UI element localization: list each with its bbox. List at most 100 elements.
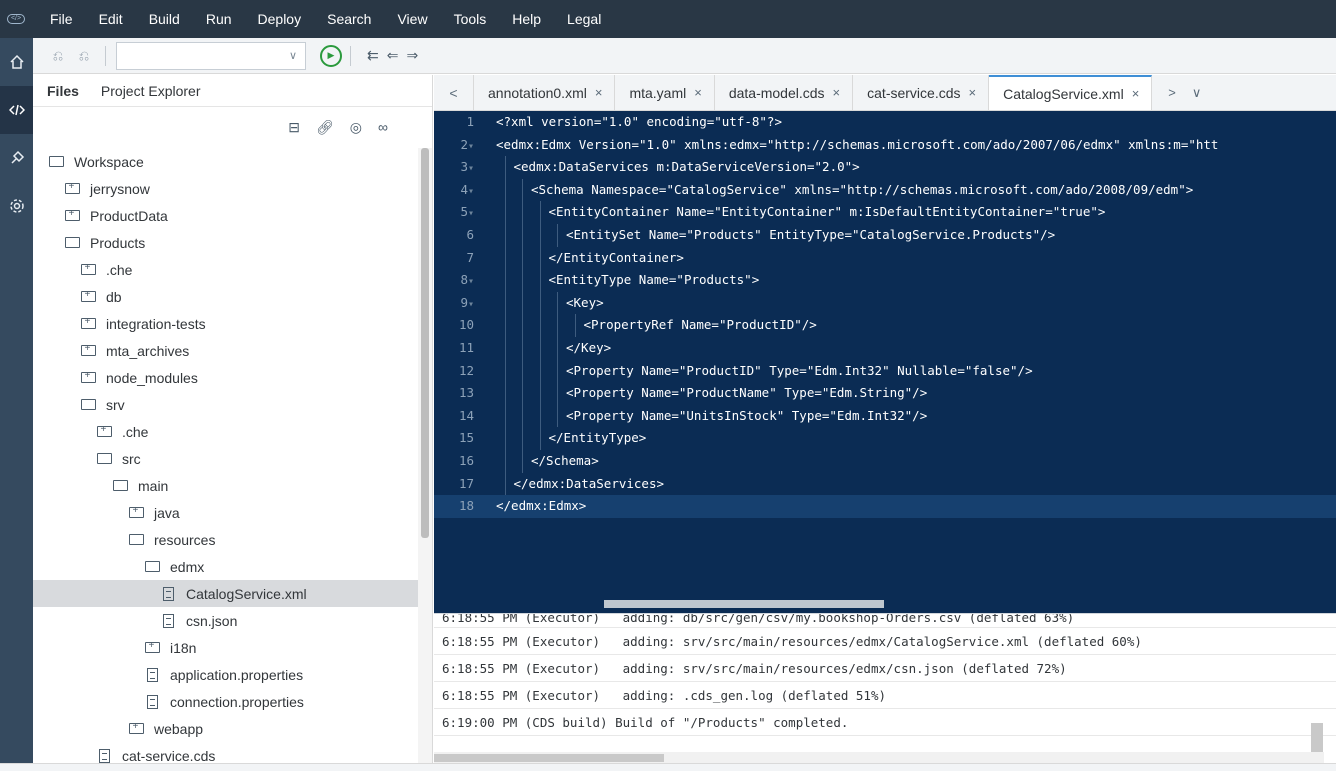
code-line[interactable]: 17 </edmx:DataServices> [434,472,1336,496]
tree-item[interactable]: srv [33,391,418,418]
undo-icon[interactable]: ⎌ [45,48,71,64]
code-line[interactable]: 7 </EntityContainer> [434,246,1336,270]
tree-item[interactable]: ProductData [33,202,418,229]
tab-files[interactable]: Files [47,83,79,99]
menu-file[interactable]: File [50,11,73,27]
code-line[interactable]: 2▾ <edmx:Edmx Version="1.0" xmlns:edmx="h… [434,134,1336,157]
code-line[interactable]: 8▾ <EntityType Name="Products"> [434,269,1336,292]
tree-item[interactable]: db [33,283,418,310]
run-icon[interactable]: ▶ [320,44,342,67]
scrollbar-thumb[interactable] [434,754,664,762]
tree-item[interactable]: .che [33,418,418,445]
scrollbar-thumb[interactable] [604,600,884,608]
home-icon[interactable] [0,38,33,86]
tree-item[interactable]: .che [33,256,418,283]
menu-edit[interactable]: Edit [99,11,123,27]
code-line[interactable]: 4▾ <Schema Namespace="CatalogService" xml… [434,178,1336,202]
code-line[interactable]: 14 <Property Name="UnitsInStock" Type="Ed… [434,404,1336,430]
code-line[interactable]: 16 </Schema> [434,449,1336,473]
navigate-back-icon[interactable]: ⇐ [387,47,399,64]
tree-item[interactable]: i18n [33,634,418,661]
file-icon [95,748,113,763]
indent-guide [522,246,524,270]
tree-item[interactable]: Workspace [33,148,418,175]
tab-project-explorer[interactable]: Project Explorer [101,83,201,99]
hide-icon[interactable]: ◎ [350,119,362,136]
fold-arrow-icon[interactable]: ▾ [468,208,474,219]
editor-horizontal-scrollbar[interactable] [434,598,1324,610]
menu-help[interactable]: Help [512,11,541,27]
code-editor[interactable]: 1 <?xml version="1.0" encoding="utf-8"?> 2… [434,111,1336,613]
code-text: <Key> [566,294,604,310]
close-icon[interactable]: × [833,85,841,100]
close-icon[interactable]: × [694,85,702,100]
editor-tab[interactable]: cat-service.cds × [853,75,990,110]
navigate-forward-icon[interactable]: ⇒ [406,47,418,64]
close-icon[interactable]: × [1132,86,1140,101]
close-icon[interactable]: × [969,85,977,100]
tree-item[interactable]: mta_archives [33,337,418,364]
editor-tab[interactable]: mta.yaml × [615,75,715,110]
plugin-icon[interactable] [0,134,33,182]
code-line[interactable]: 3▾ <edmx:DataServices m:DataServiceVersio… [434,156,1336,179]
editor-tab[interactable]: data-model.cds × [715,75,854,110]
tree-item[interactable]: CatalogService.xml [33,580,418,607]
code-line[interactable]: 1 <?xml version="1.0" encoding="utf-8"?> [434,111,1336,134]
menu-tools[interactable]: Tools [454,11,487,27]
code-line[interactable]: 5▾ <EntityContainer Name="EntityContainer… [434,201,1336,224]
link-icon[interactable]: 🔗︎ [316,119,334,136]
line-number: 14 [434,405,480,430]
tree-item[interactable]: jerrysnow [33,175,418,202]
code-line[interactable]: 11 </Key> [434,336,1336,360]
code-line[interactable]: 9▾ <Key> [434,291,1336,315]
code-icon[interactable] [0,86,33,134]
menu-legal[interactable]: Legal [567,11,601,27]
file-tree-scrollbar[interactable] [418,148,432,771]
tree-item[interactable]: csn.json [33,607,418,634]
collapse-icon[interactable]: ⊟ [288,119,300,136]
tab-scroll-left-icon[interactable]: < [434,75,474,110]
console-output[interactable]: 6:18:55 PM (Executor) adding: db/src/gen… [434,613,1336,771]
app-logo-icon[interactable]: </> [0,0,32,38]
settings-icon[interactable] [0,182,33,230]
scrollbar-thumb[interactable] [421,148,429,538]
editor-tab[interactable]: CatalogService.xml × [989,75,1153,110]
tab-scroll-right-icon[interactable]: > [1168,85,1176,100]
tree-item[interactable]: src [33,445,418,472]
tree-item[interactable]: webapp [33,715,418,742]
fold-arrow-icon[interactable]: ▾ [468,186,474,197]
tab-list-menu-icon[interactable]: ∨ [1192,85,1202,101]
tree-item[interactable]: integration-tests [33,310,418,337]
run-configuration-select[interactable]: ∨ [116,41,306,70]
close-icon[interactable]: × [595,85,603,100]
glasses-icon[interactable]: ∞ [378,119,388,135]
redo-icon[interactable]: ⎌ [71,48,97,64]
fold-arrow-icon[interactable]: ▾ [468,299,474,310]
fold-arrow-icon[interactable]: ▾ [468,141,474,152]
menu-run[interactable]: Run [206,11,232,27]
tree-item[interactable]: java [33,499,418,526]
code-line[interactable]: 10 <PropertyRef Name="ProductID"/> [434,314,1336,337]
console-vertical-scrollbar-thumb[interactable] [1311,723,1323,753]
fold-arrow-icon[interactable]: ▾ [468,163,474,174]
code-line[interactable]: 12 <Property Name="ProductID" Type="Edm.I… [434,359,1336,383]
tree-item[interactable]: connection.properties [33,688,418,715]
tree-item[interactable]: node_modules [33,364,418,391]
tree-item[interactable]: edmx [33,553,418,580]
tree-item[interactable]: application.properties [33,661,418,688]
editor-tab[interactable]: annotation0.xml × [474,75,616,110]
tree-item[interactable]: Products [33,229,418,256]
go-to-last-edit-icon[interactable]: ⇇ [367,47,379,64]
folder-closed-icon [79,315,97,329]
code-line[interactable]: 6 <EntitySet Name="Products" EntityType="… [434,223,1336,247]
menu-deploy[interactable]: Deploy [258,11,302,27]
code-line[interactable]: 13 <Property Name="ProductName" Type="Edm… [434,382,1336,405]
tree-item[interactable]: main [33,472,418,499]
fold-arrow-icon[interactable]: ▾ [468,276,474,287]
code-line[interactable]: 15 </EntityType> [434,427,1336,450]
menu-build[interactable]: Build [149,11,180,27]
tree-item[interactable]: resources [33,526,418,553]
menu-view[interactable]: View [397,11,427,27]
code-line[interactable]: 18 </edmx:Edmx> [434,495,1336,518]
menu-search[interactable]: Search [327,11,371,27]
